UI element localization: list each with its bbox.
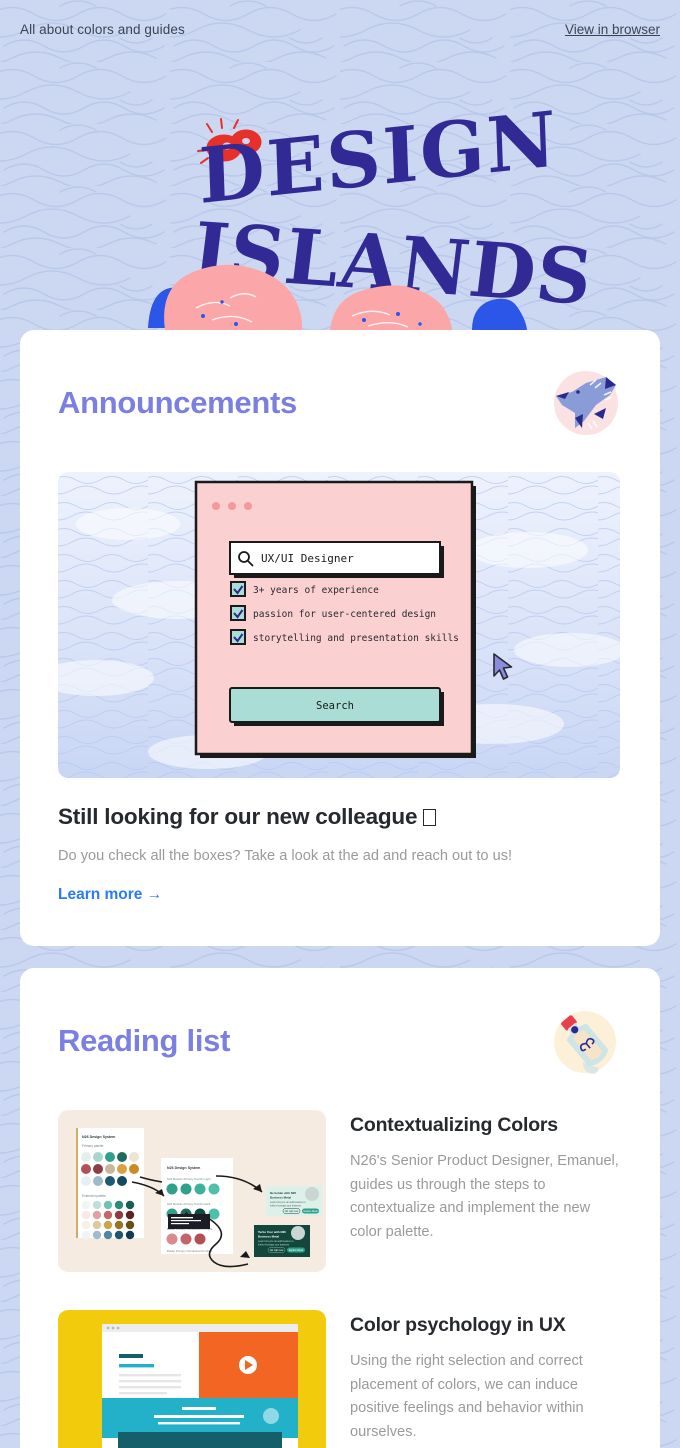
announcements-header: Announcements	[58, 366, 622, 440]
article-description: N26's Senior Product Designer, Emanuel, …	[350, 1153, 619, 1241]
svg-text:Business Metal: Business Metal	[270, 1196, 291, 1200]
svg-text:N26 Medium Primary Text/On Dar: N26 Medium Primary Text/On Dark	[167, 1202, 211, 1206]
article-item[interactable]: N26 Design System Primary palette Extend…	[58, 1110, 622, 1273]
svg-text:Be bolder with N26: Be bolder with N26	[270, 1191, 296, 1195]
svg-text:Learn how you can add features: Learn how you can add features to	[270, 1201, 306, 1204]
mock-browser-window: UX/UI Designer 3+ years of experience pa…	[194, 480, 476, 758]
svg-text:3+ years of experience: 3+ years of experience	[253, 585, 379, 596]
article-title: Color psychology in UX	[350, 1314, 566, 1337]
view-in-browser-link[interactable]: View in browser	[565, 22, 660, 37]
svg-text:Not right now: Not right now	[285, 1210, 299, 1213]
preheader-bar: All about colors and guides View in brow…	[0, 0, 680, 58]
reading-list-title: Reading list	[58, 1023, 231, 1059]
learn-more-link[interactable]: Learn more →	[58, 886, 162, 904]
announcement-headline: Still looking for our new colleague	[58, 804, 622, 830]
svg-text:storytelling and presentation: storytelling and presentation skills	[253, 633, 459, 644]
flying-bird-icon	[548, 366, 622, 440]
announcements-title: Announcements	[58, 385, 297, 420]
message-in-a-bottle-icon	[548, 1004, 622, 1078]
article-thumbnail-video-browser[interactable]	[58, 1310, 326, 1448]
reading-list-card: Reading list N26 Design System Primary p…	[20, 968, 660, 1448]
svg-text:N26 Design System: N26 Design System	[167, 1166, 200, 1170]
svg-text:Explore Metal: Explore Metal	[289, 1249, 304, 1252]
svg-text:Learn how you can add features: Learn how you can add features to	[258, 1240, 294, 1243]
article-thumbnail-color-palette[interactable]: N26 Design System Primary palette Extend…	[58, 1110, 326, 1273]
svg-text:Search: Search	[316, 700, 354, 712]
announcement-body: Do you check all the boxes? Take a look …	[58, 848, 513, 864]
announcements-card: Announcements UX/UI Designer 3+ years of…	[20, 330, 660, 947]
svg-text:Turbo Your with N26: Turbo Your with N26	[258, 1230, 286, 1234]
svg-text:further leverage your business: further leverage your business	[270, 1205, 302, 1208]
announcement-promo-image: UX/UI Designer 3+ years of experience pa…	[58, 472, 622, 778]
svg-text:Explore Metal: Explore Metal	[303, 1210, 318, 1213]
announcement-headline-text: Still looking for our new colleague	[58, 804, 418, 829]
hero-illustration: DESIGN ISLANDS	[148, 94, 598, 330]
svg-text:Primary palette: Primary palette	[82, 1144, 104, 1148]
job-ad-illustration: UX/UI Designer 3+ years of experience pa…	[58, 472, 620, 778]
svg-text:further leverage your business: further leverage your business	[258, 1244, 290, 1247]
svg-text:Bolder Primary Introduction/On: Bolder Primary Introduction/On Dark	[167, 1249, 213, 1253]
missing-glyph-box	[423, 809, 437, 826]
article-description: Using the right selection and correct pl…	[350, 1353, 584, 1441]
article-title: Contextualizing Colors	[350, 1114, 558, 1137]
svg-text:passion for user-centered desi: passion for user-centered design	[253, 609, 436, 620]
svg-text:UX/UI Designer: UX/UI Designer	[261, 552, 354, 565]
svg-text:Extended palette: Extended palette	[82, 1194, 106, 1198]
preheader-tagline: All about colors and guides	[20, 21, 185, 37]
article-text-block: Contextualizing Colors N26's Senior Prod…	[350, 1110, 622, 1245]
article-text-block: Color psychology in UX Using the right s…	[350, 1310, 622, 1445]
svg-text:Business Metal: Business Metal	[258, 1235, 279, 1239]
svg-text:Not right now: Not right now	[270, 1249, 284, 1252]
logo-text-design: DESIGN	[198, 94, 560, 221]
svg-text:DESIGN: DESIGN	[198, 94, 560, 221]
reading-list-header: Reading list	[58, 1004, 622, 1078]
svg-text:N26 Medium Primary Text/On Lig: N26 Medium Primary Text/On Light	[167, 1177, 211, 1181]
svg-text:N26 Design System: N26 Design System	[82, 1135, 115, 1139]
article-item[interactable]: Color psychology in UX Using the right s…	[58, 1310, 622, 1448]
hero-banner: DESIGN ISLANDS	[0, 58, 680, 330]
